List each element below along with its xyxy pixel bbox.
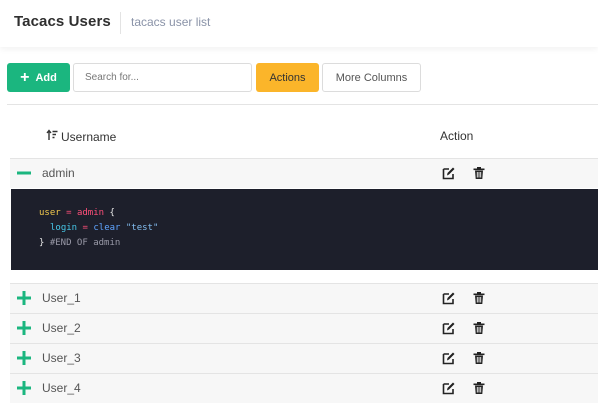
header-divider: [120, 12, 121, 34]
trash-icon: [473, 352, 485, 364]
code-line: user = admin {: [39, 208, 115, 218]
trash-icon: [473, 167, 485, 179]
delete-button[interactable]: [472, 321, 486, 335]
page-subtitle: tacacs user list: [131, 15, 211, 29]
username-cell: User_1: [42, 291, 81, 305]
table-row: User_2: [10, 313, 598, 343]
table-row: User_4: [10, 373, 598, 403]
plus-icon: [17, 381, 31, 395]
delete-button[interactable]: [472, 291, 486, 305]
edit-button[interactable]: [442, 291, 456, 305]
expand-row-button[interactable]: [16, 380, 32, 396]
username-cell: admin: [42, 166, 75, 180]
collapse-row-button[interactable]: [16, 165, 32, 181]
column-header-action: Action: [440, 129, 474, 143]
trash-icon: [473, 382, 485, 394]
plus-icon: [17, 291, 31, 305]
edit-icon: [442, 292, 455, 305]
add-button[interactable]: + Add: [7, 63, 70, 92]
plus-icon: [17, 351, 31, 365]
toolbar-divider: [7, 104, 598, 105]
edit-button[interactable]: [442, 351, 456, 365]
plus-icon: [17, 321, 31, 335]
row-config-code-block: user = admin { login = clear "test" } #E…: [11, 189, 598, 270]
page-header: Tacacs Users tacacs user list: [0, 0, 598, 47]
expand-row-button[interactable]: [16, 290, 32, 306]
search-input[interactable]: [73, 63, 252, 92]
edit-button[interactable]: [442, 381, 456, 395]
code-line: login = clear "test": [50, 223, 159, 233]
add-button-label: Add: [35, 71, 57, 84]
plus-icon: +: [20, 68, 30, 86]
edit-button[interactable]: [442, 321, 456, 335]
actions-button[interactable]: Actions: [256, 63, 319, 92]
username-cell: User_4: [42, 381, 81, 395]
table-row: User_3: [10, 343, 598, 373]
table-row: admin: [10, 158, 598, 188]
edit-icon: [442, 382, 455, 395]
table-row: User_1: [10, 283, 598, 313]
edit-icon: [442, 167, 455, 180]
column-header-username[interactable]: Username: [46, 129, 116, 144]
table-header: Username Action: [0, 122, 598, 152]
minus-icon: [17, 171, 31, 175]
sort-icon[interactable]: [46, 129, 58, 144]
delete-button[interactable]: [472, 381, 486, 395]
trash-icon: [473, 322, 485, 334]
edit-icon: [442, 322, 455, 335]
code-line: } #END OF admin: [39, 238, 121, 248]
delete-button[interactable]: [472, 166, 486, 180]
username-cell: User_3: [42, 351, 81, 365]
expand-row-button[interactable]: [16, 320, 32, 336]
more-columns-button[interactable]: More Columns: [322, 63, 421, 92]
username-cell: User_2: [42, 321, 81, 335]
delete-button[interactable]: [472, 351, 486, 365]
edit-icon: [442, 352, 455, 365]
trash-icon: [473, 292, 485, 304]
page-title: Tacacs Users: [14, 13, 111, 30]
column-header-username-label: Username: [61, 129, 117, 144]
edit-button[interactable]: [442, 166, 456, 180]
toolbar: + Add Actions More Columns: [0, 62, 598, 94]
expand-row-button[interactable]: [16, 350, 32, 366]
